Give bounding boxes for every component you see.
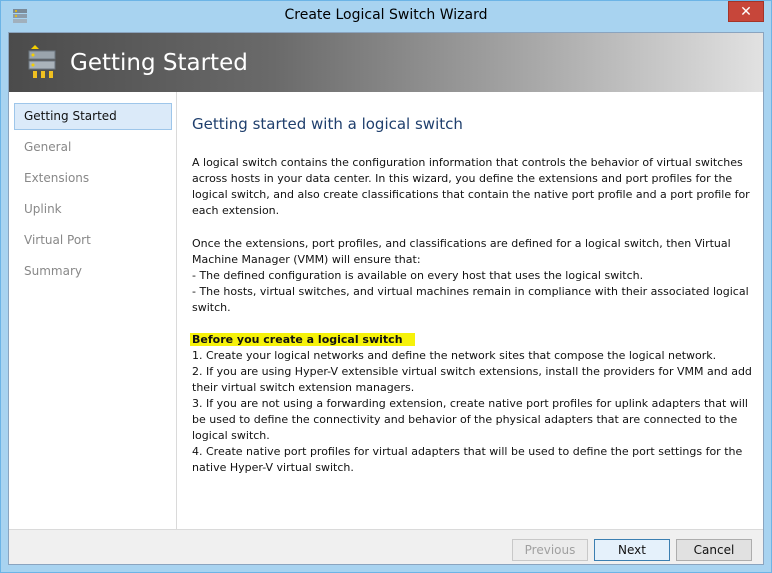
window-title: Create Logical Switch Wizard [284,7,488,23]
main-panel: Getting started with a logical switch A … [177,92,763,529]
section-heading: Getting started with a logical switch [192,115,463,133]
compliance-paragraph: Once the extensions, port profiles, and … [192,236,752,316]
prerequisite-step-4: 4. Create native port profiles for virtu… [192,445,743,474]
cancel-button[interactable]: Cancel [676,539,752,561]
wizard-window: Create Logical Switch Wizard ✕ Getting S… [0,0,772,573]
sidebar-item-extensions[interactable]: Extensions [14,165,172,192]
prerequisites-section: Before you create a logical switch 1. Cr… [190,332,752,476]
wizard-steps-sidebar: Getting Started General Extensions Uplin… [9,92,177,529]
compliance-intro: Once the extensions, port profiles, and … [192,237,731,266]
sidebar-item-uplink[interactable]: Uplink [14,196,172,223]
wizard-footer: Previous Next Cancel [9,529,763,564]
wizard-content: Getting Started Getting Started General … [8,32,764,565]
prerequisite-step-3: 3. If you are not using a forwarding ext… [192,397,748,442]
intro-paragraph: A logical switch contains the configurat… [192,156,750,217]
logical-switch-icon [28,45,56,78]
wizard-header: Getting Started [9,33,763,92]
sidebar-item-general[interactable]: General [14,134,172,161]
next-button[interactable]: Next [594,539,670,561]
compliance-item-2: - The hosts, virtual switches, and virtu… [192,285,749,314]
prerequisites-heading: Before you create a logical switch [190,333,415,346]
close-button[interactable]: ✕ [728,1,764,22]
page-title: Getting Started [70,50,248,76]
sidebar-item-getting-started[interactable]: Getting Started [14,103,172,130]
title-bar[interactable]: Create Logical Switch Wizard ✕ [1,1,771,32]
sidebar-item-summary[interactable]: Summary [14,258,172,285]
compliance-item-1: - The defined configuration is available… [192,269,644,282]
sidebar-item-virtual-port[interactable]: Virtual Port [14,227,172,254]
prerequisite-step-1: 1. Create your logical networks and defi… [192,349,717,362]
prerequisite-step-2: 2. If you are using Hyper-V extensible v… [192,365,752,394]
previous-button[interactable]: Previous [512,539,588,561]
